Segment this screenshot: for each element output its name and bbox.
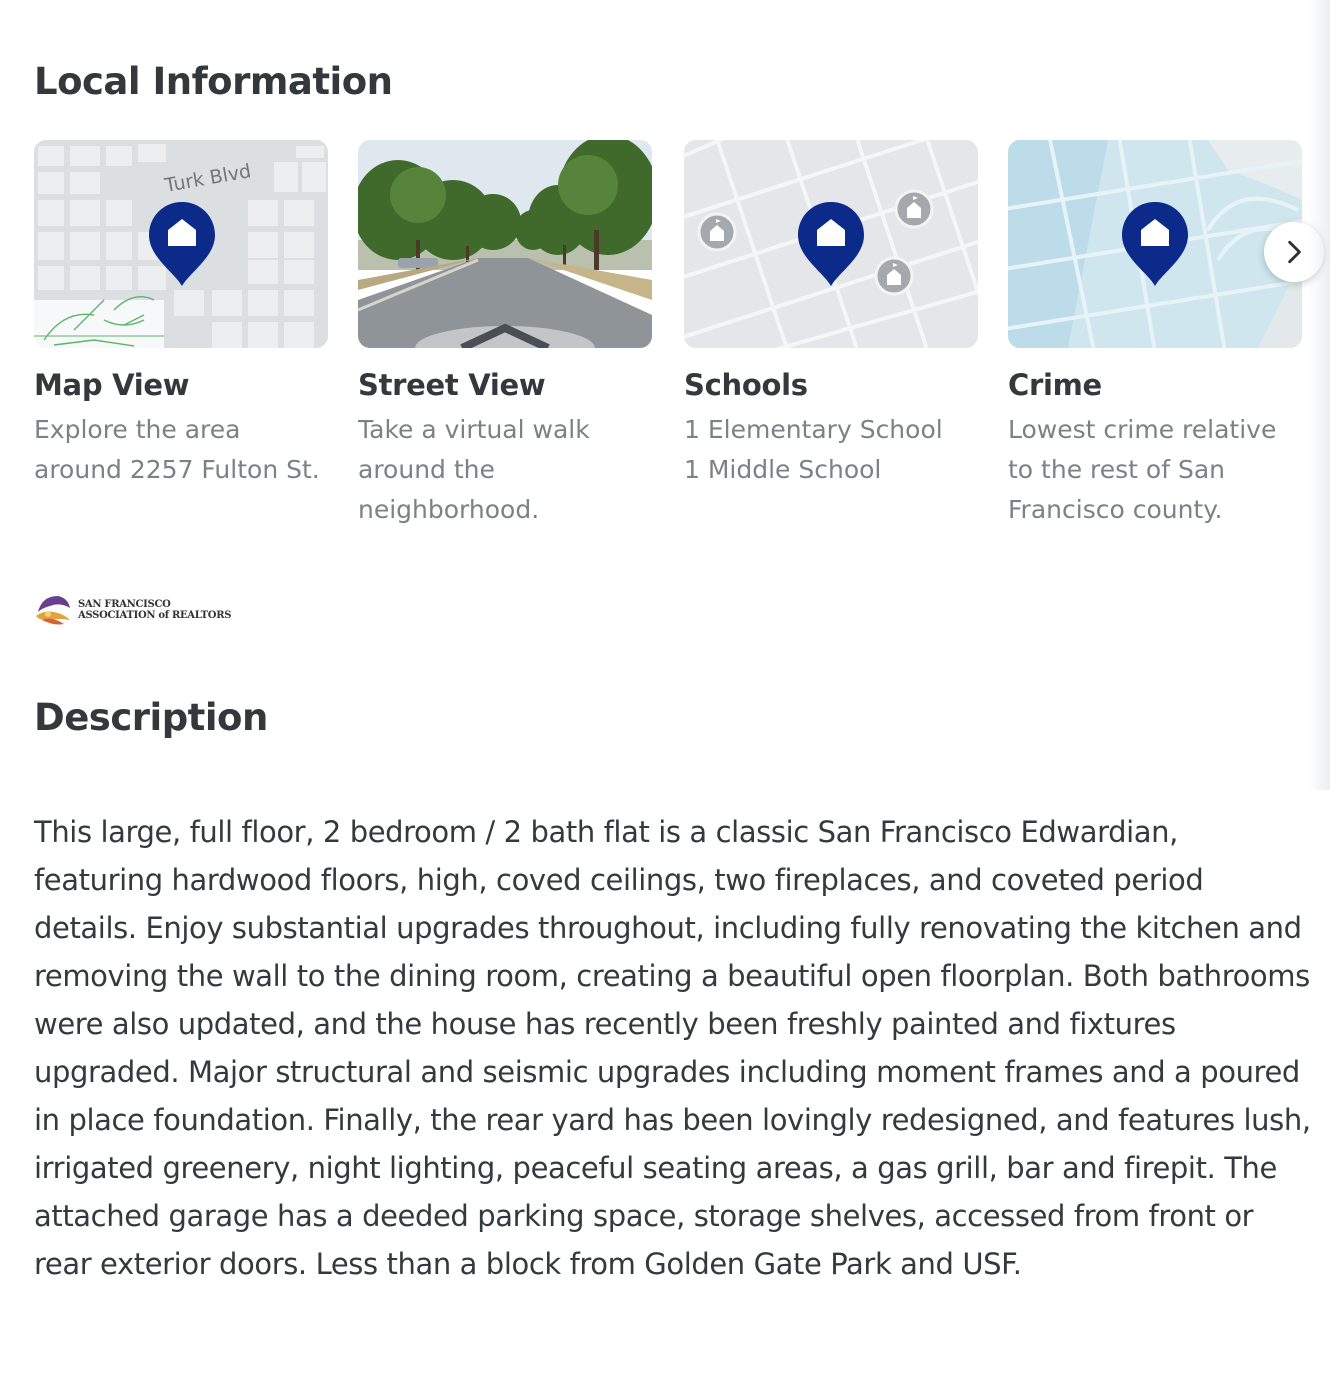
street-view-line-3: neighborhood.: [358, 495, 540, 524]
description-heading: Description: [34, 696, 268, 739]
school-icon: [874, 256, 914, 296]
school-icon: [894, 189, 934, 229]
crime-line-1: Lowest crime relative: [1008, 415, 1277, 444]
logo-line-2: ASSOCIATION of REALTORS: [78, 610, 232, 621]
street-view-title[interactable]: Street View: [358, 368, 652, 402]
logo-line-1: SAN FRANCISCO: [78, 599, 171, 610]
crime-line-3: Francisco county.: [1008, 495, 1223, 524]
street-view-description: Take a virtual walk around the neighborh…: [358, 410, 652, 530]
local-information-heading: Local Information: [34, 60, 393, 103]
street-view-line-1: Take a virtual walk: [358, 415, 590, 444]
map-view-thumbnail[interactable]: Turk Blvd: [34, 140, 328, 348]
schools-thumbnail[interactable]: [684, 140, 978, 348]
street-view-line-2: around the: [358, 455, 495, 484]
map-view-description: Explore the area around 2257 Fulton St.: [34, 410, 328, 490]
crime-description: Lowest crime relative to the rest of San…: [1008, 410, 1302, 530]
crime-thumbnail[interactable]: [1008, 140, 1302, 348]
chevron-right-icon: [1288, 240, 1301, 264]
school-icon: [697, 212, 737, 252]
schools-description: 1 Elementary School 1 Middle School: [684, 410, 978, 490]
street-view-card[interactable]: Street View Take a virtual walk around t…: [358, 140, 652, 530]
local-info-carousel: Turk Blvd Map View Explore the area arou…: [34, 140, 1330, 540]
street-view-thumbnail[interactable]: [358, 140, 652, 348]
schools-line-2: 1 Middle School: [684, 455, 882, 484]
map-view-title[interactable]: Map View: [34, 368, 328, 402]
crime-line-2: to the rest of San: [1008, 455, 1225, 484]
description-body: This large, full floor, 2 bedroom / 2 ba…: [34, 815, 1311, 1281]
page: Local Information Turk Blvd Map View Exp…: [0, 0, 1330, 1374]
schools-map-image: [684, 140, 978, 348]
schools-card[interactable]: Schools 1 Elementary School 1 Middle Sch…: [684, 140, 978, 490]
schools-line-1: 1 Elementary School: [684, 415, 943, 444]
map-thumbnail-image: Turk Blvd: [34, 140, 328, 348]
street-view-photo: [358, 140, 652, 348]
realtors-logo-text: SAN FRANCISCO ASSOCIATION of REALTORS: [78, 599, 231, 621]
crime-title[interactable]: Crime: [1008, 368, 1302, 402]
crime-map-image: [1008, 140, 1302, 348]
schools-title[interactable]: Schools: [684, 368, 978, 402]
realtors-association-logo: SAN FRANCISCO ASSOCIATION of REALTORS: [34, 590, 231, 630]
map-view-line-1: Explore the area: [34, 415, 241, 444]
map-view-line-2: around 2257 Fulton St.: [34, 455, 320, 484]
crime-card[interactable]: Crime Lowest crime relative to the rest …: [1008, 140, 1302, 530]
carousel-next-button[interactable]: [1264, 222, 1324, 282]
realtors-logo-mark: [36, 596, 70, 625]
map-view-card[interactable]: Turk Blvd Map View Explore the area arou…: [34, 140, 328, 490]
